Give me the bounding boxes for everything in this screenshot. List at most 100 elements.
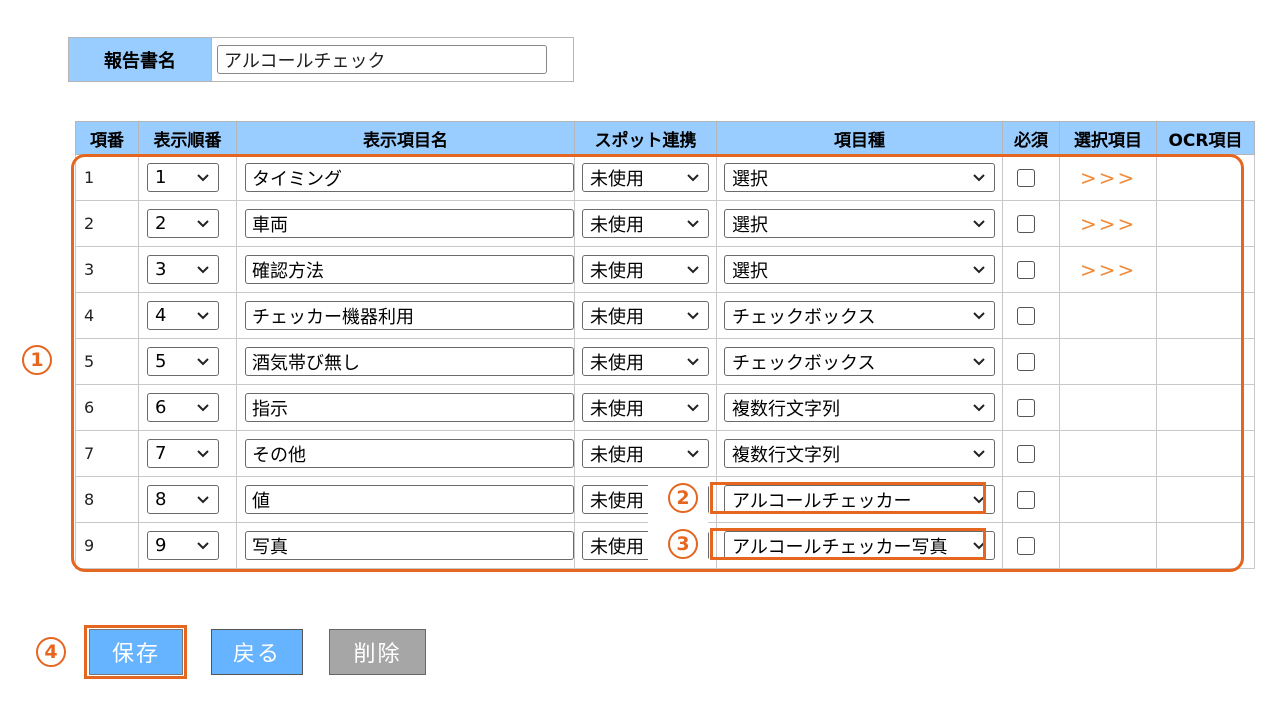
spot-select[interactable]: 未使用 bbox=[582, 347, 709, 376]
chevron-down-icon bbox=[973, 542, 985, 550]
required-checkbox[interactable] bbox=[1017, 215, 1035, 233]
select-items-link[interactable]: >>> bbox=[1080, 258, 1136, 282]
required-checkbox[interactable] bbox=[1017, 261, 1035, 279]
delete-button[interactable]: 削除 bbox=[329, 629, 426, 675]
type-select-value: チェックボックス bbox=[732, 306, 876, 328]
required-checkbox[interactable] bbox=[1017, 307, 1035, 325]
item-name-input[interactable]: 写真 bbox=[245, 531, 574, 560]
required-cell bbox=[1002, 522, 1060, 569]
header-no: 項番 bbox=[75, 121, 139, 155]
type-cell: チェックボックス bbox=[716, 338, 1003, 385]
chevron-down-icon bbox=[973, 496, 985, 504]
table-row: 7 7 その他 未使用 複数行文字列 bbox=[75, 430, 1255, 477]
required-checkbox[interactable] bbox=[1017, 353, 1035, 371]
save-button[interactable]: 保存 bbox=[89, 629, 183, 675]
type-select[interactable]: 選択 bbox=[724, 163, 995, 192]
item-name-input[interactable]: 確認方法 bbox=[245, 255, 574, 284]
row-number: 3 bbox=[75, 246, 139, 293]
order-select[interactable]: 3 bbox=[147, 255, 219, 284]
type-select-value: アルコールチェッカー写真 bbox=[732, 536, 948, 558]
chevron-down-icon bbox=[197, 220, 209, 228]
chevron-down-icon bbox=[973, 450, 985, 458]
select-items-cell: >>> bbox=[1059, 154, 1157, 201]
select-items-link[interactable]: >>> bbox=[1080, 166, 1136, 190]
header-required: 必須 bbox=[1002, 121, 1060, 155]
order-select[interactable]: 1 bbox=[147, 163, 219, 192]
type-cell: 選択 bbox=[716, 246, 1003, 293]
spot-select[interactable]: 未使用 bbox=[582, 255, 709, 284]
spot-select[interactable]: 未使用 bbox=[582, 393, 709, 422]
spot-select[interactable]: 未使用 bbox=[582, 301, 709, 330]
ocr-cell bbox=[1156, 476, 1255, 523]
marker-2: 2 bbox=[668, 483, 698, 513]
required-checkbox[interactable] bbox=[1017, 537, 1035, 555]
item-name-input[interactable]: チェッカー機器利用 bbox=[245, 301, 574, 330]
required-checkbox[interactable] bbox=[1017, 169, 1035, 187]
type-select[interactable]: 選択 bbox=[724, 209, 995, 238]
type-select[interactable]: アルコールチェッカー bbox=[724, 485, 995, 514]
chevron-down-icon bbox=[687, 404, 699, 412]
header-order: 表示順番 bbox=[138, 121, 237, 155]
order-cell: 7 bbox=[138, 430, 237, 477]
item-name-input[interactable]: 車両 bbox=[245, 209, 574, 238]
order-select[interactable]: 4 bbox=[147, 301, 219, 330]
select-items-cell bbox=[1059, 292, 1157, 339]
spot-select[interactable]: 未使用 bbox=[582, 163, 709, 192]
type-select[interactable]: チェックボックス bbox=[724, 301, 995, 330]
order-select[interactable]: 9 bbox=[147, 531, 219, 560]
chevron-down-icon bbox=[197, 450, 209, 458]
type-select[interactable]: 複数行文字列 bbox=[724, 439, 995, 468]
type-select[interactable]: 複数行文字列 bbox=[724, 393, 995, 422]
name-cell: 指示 bbox=[236, 384, 575, 431]
order-select-value: 5 bbox=[155, 351, 167, 372]
name-cell: 酒気帯び無し bbox=[236, 338, 575, 385]
required-checkbox[interactable] bbox=[1017, 491, 1035, 509]
order-select[interactable]: 7 bbox=[147, 439, 219, 468]
type-select-value: 複数行文字列 bbox=[732, 444, 840, 466]
item-name-input[interactable]: 値 bbox=[245, 485, 574, 514]
spot-select[interactable]: 未使用 bbox=[582, 209, 709, 238]
type-select[interactable]: チェックボックス bbox=[724, 347, 995, 376]
required-checkbox[interactable] bbox=[1017, 399, 1035, 417]
required-cell bbox=[1002, 246, 1060, 293]
chevron-down-icon bbox=[687, 358, 699, 366]
order-select-value: 9 bbox=[155, 535, 167, 556]
name-cell: その他 bbox=[236, 430, 575, 477]
order-cell: 3 bbox=[138, 246, 237, 293]
table-row: 2 2 車両 未使用 選択 >>> bbox=[75, 200, 1255, 247]
table-row: 6 6 指示 未使用 複数行文字列 bbox=[75, 384, 1255, 431]
chevron-down-icon bbox=[687, 312, 699, 320]
order-select-value: 2 bbox=[155, 213, 167, 234]
select-items-link[interactable]: >>> bbox=[1080, 212, 1136, 236]
report-name-label: 報告書名 bbox=[69, 38, 212, 81]
table-row: 5 5 酒気帯び無し 未使用 チェックボックス bbox=[75, 338, 1255, 385]
item-name-input[interactable]: 指示 bbox=[245, 393, 574, 422]
marker-1: 1 bbox=[22, 345, 52, 375]
order-select[interactable]: 8 bbox=[147, 485, 219, 514]
item-name-input[interactable]: タイミング bbox=[245, 163, 574, 192]
header-spot: スポット連携 bbox=[574, 121, 717, 155]
ocr-cell bbox=[1156, 338, 1255, 385]
chevron-down-icon bbox=[197, 358, 209, 366]
spot-select[interactable]: 未使用 bbox=[582, 439, 709, 468]
type-select[interactable]: アルコールチェッカー写真 bbox=[724, 531, 995, 560]
name-cell: 値 bbox=[236, 476, 575, 523]
name-cell: タイミング bbox=[236, 154, 575, 201]
item-name-input[interactable]: その他 bbox=[245, 439, 574, 468]
ocr-cell bbox=[1156, 200, 1255, 247]
order-select[interactable]: 6 bbox=[147, 393, 219, 422]
report-name-input[interactable] bbox=[217, 45, 547, 74]
type-select[interactable]: 選択 bbox=[724, 255, 995, 284]
select-items-cell bbox=[1059, 384, 1157, 431]
required-checkbox[interactable] bbox=[1017, 445, 1035, 463]
chevron-down-icon bbox=[973, 312, 985, 320]
spot-cell: 未使用 bbox=[574, 430, 717, 477]
order-select[interactable]: 2 bbox=[147, 209, 219, 238]
order-select-value: 3 bbox=[155, 259, 167, 280]
order-select-value: 4 bbox=[155, 305, 167, 326]
back-button[interactable]: 戻る bbox=[211, 629, 303, 675]
chevron-down-icon bbox=[973, 220, 985, 228]
select-items-cell: >>> bbox=[1059, 200, 1157, 247]
order-select[interactable]: 5 bbox=[147, 347, 219, 376]
item-name-input[interactable]: 酒気帯び無し bbox=[245, 347, 574, 376]
